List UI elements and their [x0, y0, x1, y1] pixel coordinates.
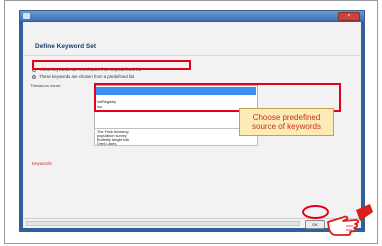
radio-not-predefined-label: These keywords are not chosen from a pre… — [39, 67, 142, 72]
heading-divider — [23, 55, 361, 56]
radio-predefined[interactable]: These keywords are chosen from a predefi… — [32, 74, 134, 79]
app-icon — [23, 13, 30, 19]
callout-line-1: Choose predefined — [252, 113, 321, 122]
title-bar: × — [20, 11, 364, 21]
callout-box: Choose predefined source of keywords — [239, 108, 334, 136]
thesaurus-item[interactable]: IntlRegistry — [97, 100, 116, 104]
thesaurus-item[interactable]: iso — [97, 105, 102, 109]
radio-not-predefined[interactable]: These keywords are not chosen from a pre… — [32, 67, 141, 72]
thesaurus-list[interactable]: IntlRegistry iso — [94, 85, 258, 130]
keywords-label: Keywords — [32, 161, 52, 166]
keyword-source-list[interactable]: The Frick Amazing population survey Butt… — [94, 128, 258, 146]
radio-predefined-label: These keywords are chosen from a predefi… — [39, 74, 135, 79]
pointing-hand-icon — [327, 204, 373, 236]
horizontal-scrollbar[interactable] — [26, 221, 300, 226]
footer-divider — [23, 218, 361, 219]
callout-line-2: source of keywords — [252, 122, 321, 131]
thesaurus-label: Thesaurus name: — [30, 83, 62, 88]
close-button[interactable]: × — [338, 12, 360, 21]
radio-not-predefined-icon[interactable] — [32, 67, 36, 72]
list-item[interactable]: Dred Lakes — [97, 142, 116, 146]
radio-predefined-icon[interactable] — [32, 74, 36, 79]
thesaurus-selected-row[interactable] — [96, 87, 256, 95]
dialog-heading: Define Keyword Set — [35, 43, 97, 50]
